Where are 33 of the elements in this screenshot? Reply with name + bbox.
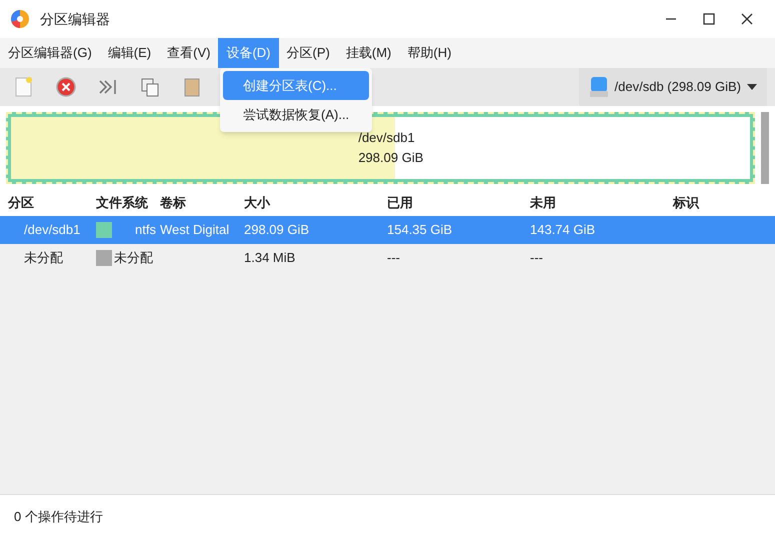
menu-item[interactable]: 分区编辑器(G) — [0, 38, 100, 68]
status-text: 0 个操作待进行 — [14, 508, 103, 526]
table-cell-text: West Digital — [160, 221, 230, 240]
hard-drive-icon — [588, 76, 609, 98]
table-cell-text: 未分配 — [23, 249, 63, 268]
column-header[interactable]: 标识 — [673, 193, 773, 213]
menu-item[interactable]: 分区(P) — [278, 38, 338, 68]
column-header[interactable]: 已用 — [387, 193, 530, 213]
window-title: 分区编辑器 — [40, 10, 110, 28]
column-header[interactable]: 卷标 — [160, 193, 244, 213]
column-header[interactable]: 大小 — [244, 193, 387, 213]
table-cell-text: --- — [530, 249, 543, 268]
device-selector[interactable]: /dev/sdb (298.09 GiB) — [578, 68, 767, 106]
column-header[interactable]: 分区 — [8, 193, 96, 213]
partition-name: /dev/sdb1 — [358, 129, 416, 147]
menu-item[interactable]: 挂载(M) — [338, 38, 400, 68]
caret-icon — [747, 84, 757, 90]
table-cell-text: /dev/sdb1 — [23, 221, 80, 240]
column-header[interactable]: 文件系统 — [96, 193, 160, 213]
table-cell-text: 1.34 MiB — [244, 249, 296, 268]
app-logo-icon — [10, 9, 30, 29]
menu-item[interactable]: 帮助(H) — [399, 38, 460, 68]
table-row[interactable]: 未分配 未分配 1.34 MiB --- --- — [0, 244, 775, 272]
table-cell-text: 154.35 GiB — [387, 221, 452, 240]
table-cell-text: 298.09 GiB — [244, 221, 310, 240]
table-cell-text: 143.74 GiB — [530, 221, 596, 240]
table-cell-text: --- — [387, 249, 400, 268]
partition-size: 298.09 GiB — [358, 149, 424, 167]
table-cell-text: ntfs — [135, 221, 157, 240]
menu-item[interactable]: 查看(V) — [159, 38, 218, 68]
column-header[interactable]: 未用 — [530, 193, 673, 213]
table-cell-text: 未分配 — [114, 249, 153, 268]
menu-item[interactable]: 编辑(E) — [100, 38, 160, 68]
